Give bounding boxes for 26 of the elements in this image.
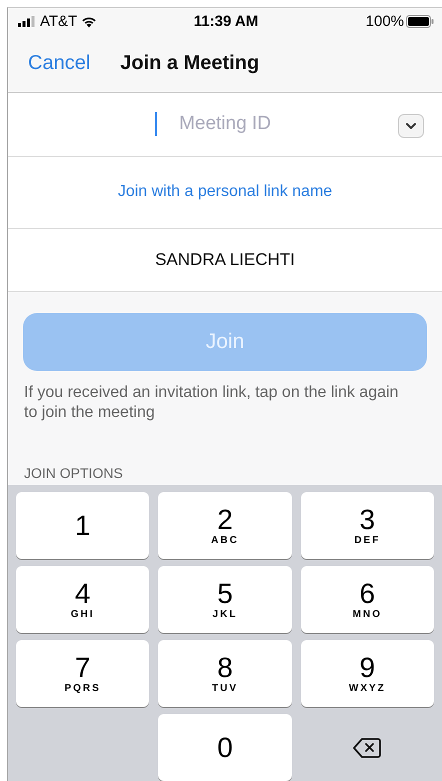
signal-icon xyxy=(18,16,36,28)
keypad-key[interactable]: 0 xyxy=(158,714,292,781)
screen-title: Join a Meeting xyxy=(120,52,260,76)
keypad-key[interactable]: 8 TUV xyxy=(158,640,292,707)
battery-icon xyxy=(406,15,434,28)
keypad-key[interactable]: 1 xyxy=(16,492,150,559)
keypad-key[interactable]: 9 WXYZ xyxy=(300,640,434,707)
clock-time: 11:39 AM xyxy=(192,13,260,30)
name-field[interactable]: SANDRA LIECHTI xyxy=(8,228,442,291)
backspace-icon xyxy=(353,736,382,758)
hint-text: If you received an invitation link, tap on the link again to join the meeting xyxy=(24,382,400,423)
keypad-key[interactable]: 5 JKL xyxy=(158,566,292,633)
wifi-icon xyxy=(81,16,98,28)
carrier-name: AT&T xyxy=(40,13,78,30)
keypad-key[interactable]: 2 ABC xyxy=(158,492,292,559)
keypad-key[interactable]: 7 PQRS xyxy=(16,640,150,707)
section-header: JOIN OPTIONS xyxy=(24,464,124,482)
keypad-key[interactable]: 4 GHI xyxy=(16,566,150,633)
dropdown-button[interactable] xyxy=(398,114,424,138)
personal-link[interactable]: Join with a personal link name xyxy=(118,183,332,202)
cancel-button[interactable]: Cancel xyxy=(8,52,90,76)
keypad-key[interactable]: 3 DEF xyxy=(300,492,434,559)
meeting-id-field[interactable]: Meeting ID xyxy=(8,92,442,156)
battery-percent: 100% xyxy=(366,13,404,30)
keypad-key[interactable]: 6 MNO xyxy=(300,566,434,633)
chevron-down-icon xyxy=(405,122,417,130)
